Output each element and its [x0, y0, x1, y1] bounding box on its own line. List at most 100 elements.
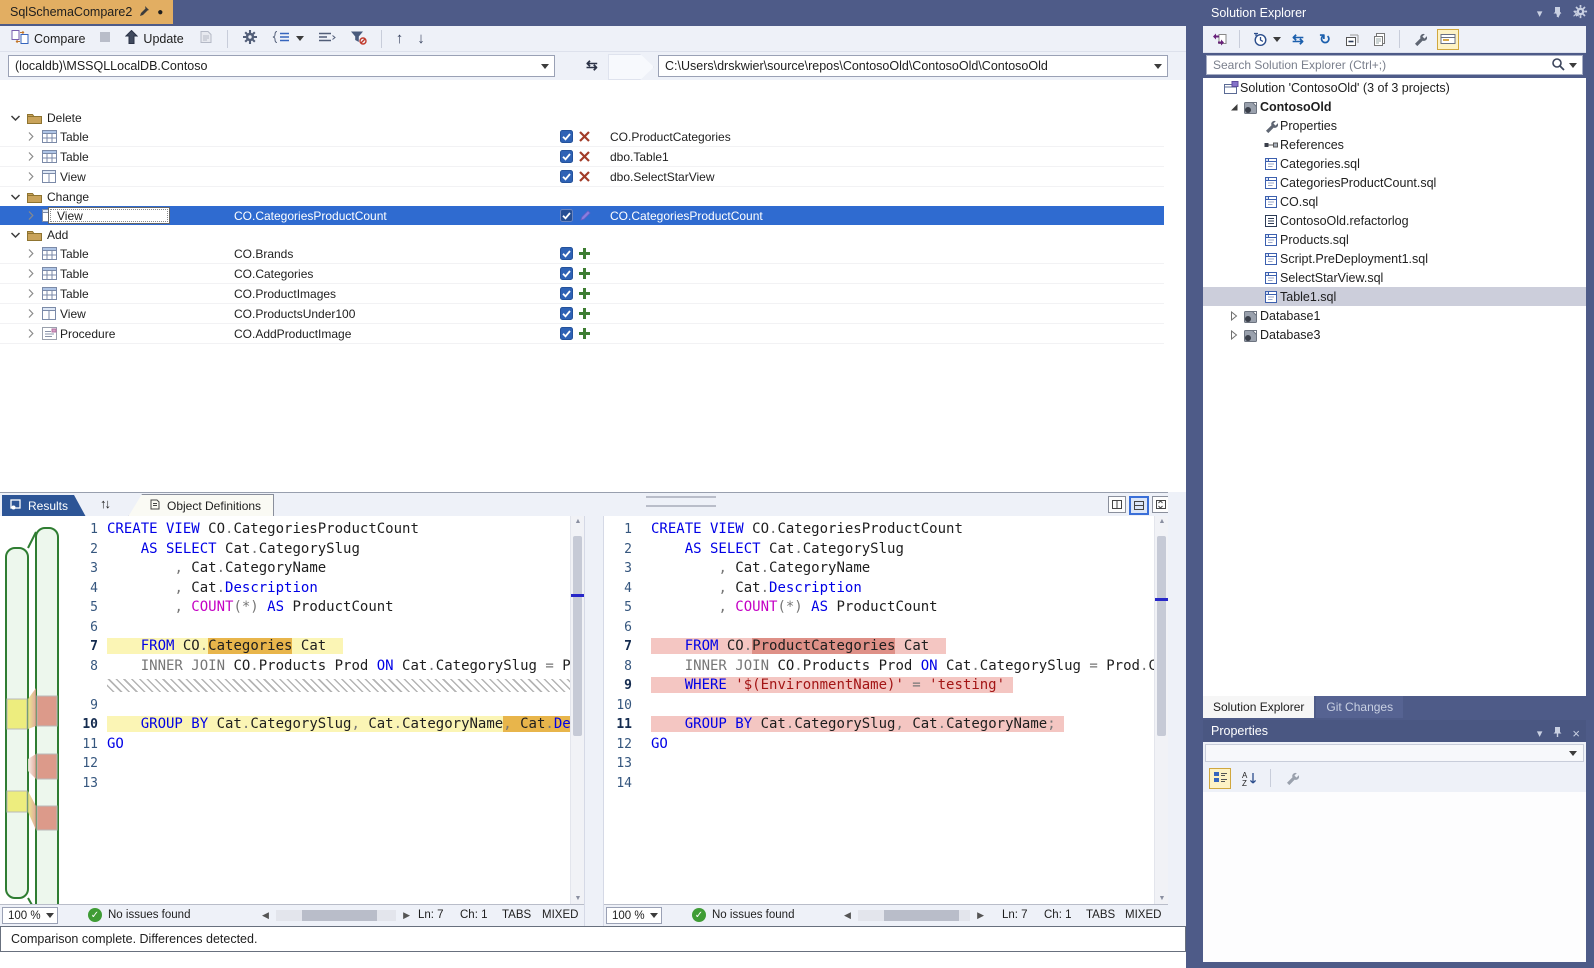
- code-line[interactable]: 12GO: [604, 735, 1154, 755]
- collapse-all-icon[interactable]: [1342, 29, 1362, 49]
- tree-item[interactable]: Database1: [1203, 306, 1586, 325]
- tree-item[interactable]: Categories.sql: [1203, 154, 1586, 173]
- tab-git-changes[interactable]: Git Changes: [1316, 696, 1403, 718]
- group-row[interactable]: Add: [0, 225, 1164, 244]
- code-line[interactable]: 8 INNER JOIN CO.Products Prod ON Cat.Cat…: [64, 657, 570, 677]
- include-checkbox[interactable]: [560, 167, 573, 186]
- previous-difference-button[interactable]: ↑: [393, 28, 407, 50]
- scroll-down-icon[interactable]: ▼: [571, 895, 585, 902]
- chevron-right-icon[interactable]: [26, 264, 36, 283]
- include-checkbox[interactable]: [560, 264, 573, 283]
- include-checkbox[interactable]: [560, 127, 573, 146]
- tree-item[interactable]: Solution 'ContosoOld' (3 of 3 projects): [1203, 78, 1586, 97]
- chevron-down-icon[interactable]: [1569, 63, 1577, 68]
- target-code-pane[interactable]: 1CREATE VIEW CO.CategoriesProductCount2 …: [604, 516, 1154, 904]
- generate-script-button[interactable]: [195, 28, 216, 50]
- chevron-right-icon[interactable]: [26, 167, 36, 186]
- scroll-left-icon[interactable]: ◀: [844, 910, 851, 921]
- collapse-arrow-icon[interactable]: [1227, 102, 1241, 112]
- horizontal-scrollbar[interactable]: ◀ ▶: [262, 909, 410, 922]
- code-line[interactable]: 13: [64, 774, 570, 794]
- search-icon[interactable]: [1551, 57, 1565, 74]
- alphabetical-sort-icon[interactable]: AZ: [1239, 768, 1259, 788]
- tree-item[interactable]: Database3: [1203, 325, 1586, 344]
- close-icon[interactable]: ×: [1572, 726, 1580, 741]
- scroll-right-icon[interactable]: ▶: [403, 910, 410, 921]
- include-checkbox[interactable]: [560, 206, 573, 225]
- code-line[interactable]: 7 FROM CO.ProductCategories Cat: [604, 637, 1154, 657]
- expand-arrow-icon[interactable]: [1227, 330, 1241, 340]
- target-pane-vertical-scrollbar[interactable]: ▲ ▼: [1154, 516, 1168, 904]
- tree-item[interactable]: CategoriesProductCount.sql: [1203, 173, 1586, 192]
- code-line[interactable]: 2 AS SELECT Cat.CategorySlug: [604, 540, 1154, 560]
- code-line[interactable]: 9 WHERE '$(EnvironmentName)' = 'testing': [604, 676, 1154, 696]
- chevron-right-icon[interactable]: [26, 284, 36, 303]
- split-horizontal-button[interactable]: [1129, 496, 1149, 515]
- code-line[interactable]: 14: [604, 774, 1154, 794]
- scroll-up-icon[interactable]: ▲: [571, 518, 585, 525]
- tree-item[interactable]: Table1.sql: [1203, 287, 1586, 306]
- chevron-down-icon[interactable]: [1149, 56, 1167, 76]
- tree-item[interactable]: References: [1203, 135, 1586, 154]
- tab-object-definitions[interactable]: Object Definitions: [128, 494, 274, 517]
- chevron-down-icon[interactable]: ▾: [1537, 727, 1543, 740]
- chevron-down-icon[interactable]: ▾: [1537, 7, 1543, 20]
- chevron-right-icon[interactable]: [26, 127, 36, 146]
- scrollbar-thumb[interactable]: [1157, 536, 1166, 736]
- zoom-combobox[interactable]: 100 %: [606, 907, 662, 924]
- chevron-right-icon[interactable]: [26, 206, 36, 225]
- code-line[interactable]: 13: [604, 754, 1154, 774]
- property-pages-wrench-icon[interactable]: [1282, 768, 1302, 788]
- filter-button[interactable]: [347, 28, 370, 50]
- tree-item[interactable]: ContosoOld.refactorlog: [1203, 211, 1586, 230]
- code-line[interactable]: 4 , Cat.Description: [604, 579, 1154, 599]
- code-line[interactable]: 2 AS SELECT Cat.CategorySlug: [64, 540, 570, 560]
- chevron-right-icon[interactable]: [26, 304, 36, 323]
- code-line[interactable]: 8 INNER JOIN CO.Products Prod ON Cat.Cat…: [604, 657, 1154, 677]
- scroll-left-icon[interactable]: ◀: [262, 910, 269, 921]
- source-pane-vertical-scrollbar[interactable]: ▲ ▼: [570, 516, 584, 904]
- tree-item[interactable]: Properties: [1203, 116, 1586, 135]
- group-by-button[interactable]: [269, 28, 307, 50]
- compare-row[interactable]: TableCO.ProductCategories: [0, 127, 1164, 147]
- diff-overview-spine[interactable]: [0, 516, 64, 904]
- code-line[interactable]: 6: [604, 618, 1154, 638]
- stop-button[interactable]: [96, 28, 114, 50]
- close-icon[interactable]: ×: [1572, 6, 1580, 21]
- chevron-down-icon[interactable]: [10, 187, 21, 206]
- scrollbar-thumb[interactable]: [573, 536, 582, 736]
- splitter-grip[interactable]: [646, 496, 716, 507]
- code-line[interactable]: 3 , Cat.CategoryName: [604, 559, 1154, 579]
- tree-item[interactable]: CO.sql: [1203, 192, 1586, 211]
- code-line[interactable]: 3 , Cat.CategoryName: [64, 559, 570, 579]
- code-line[interactable]: 5 , COUNT(*) AS ProductCount: [604, 598, 1154, 618]
- pin-icon[interactable]: [139, 5, 150, 19]
- chevron-down-icon[interactable]: [10, 225, 21, 244]
- pin-icon[interactable]: [1552, 726, 1562, 741]
- group-row[interactable]: Delete: [0, 108, 1164, 127]
- code-line[interactable]: 10 GROUP BY Cat.CategorySlug, Cat.Catego…: [64, 715, 570, 735]
- include-checkbox[interactable]: [560, 284, 573, 303]
- chevron-down-icon[interactable]: [536, 56, 554, 76]
- compare-row[interactable]: ViewCO.ProductsUnder100: [0, 304, 1164, 324]
- target-connection-combobox[interactable]: C:\Users\drskwier\source\repos\ContosoOl…: [658, 55, 1168, 77]
- include-checkbox[interactable]: [560, 147, 573, 166]
- tab-results[interactable]: Results: [2, 495, 86, 517]
- compare-row[interactable]: ProcedureCO.AddProductImage: [0, 324, 1164, 344]
- code-line[interactable]: 12: [64, 754, 570, 774]
- compare-row[interactable]: TableCO.Categories: [0, 264, 1164, 284]
- compare-row[interactable]: TableCO.ProductImages: [0, 284, 1164, 304]
- tree-item[interactable]: Products.sql: [1203, 230, 1586, 249]
- compact-view-button[interactable]: [315, 28, 339, 50]
- chevron-right-icon[interactable]: [26, 324, 36, 343]
- properties-title-bar[interactable]: Properties: [1203, 720, 1586, 742]
- zoom-combobox[interactable]: 100 %: [2, 907, 58, 924]
- update-button[interactable]: Update: [122, 28, 186, 50]
- sync-with-active-document-icon[interactable]: [1209, 29, 1229, 49]
- solution-explorer-title-bar[interactable]: Solution Explorer: [1203, 0, 1586, 26]
- code-line[interactable]: 9: [64, 696, 570, 716]
- scrollbar-thumb[interactable]: [884, 910, 959, 921]
- code-line[interactable]: 1CREATE VIEW CO.CategoriesProductCount: [604, 520, 1154, 540]
- refresh-icon[interactable]: ↻: [1315, 29, 1335, 49]
- compare-row[interactable]: TableCO.Brands: [0, 244, 1164, 264]
